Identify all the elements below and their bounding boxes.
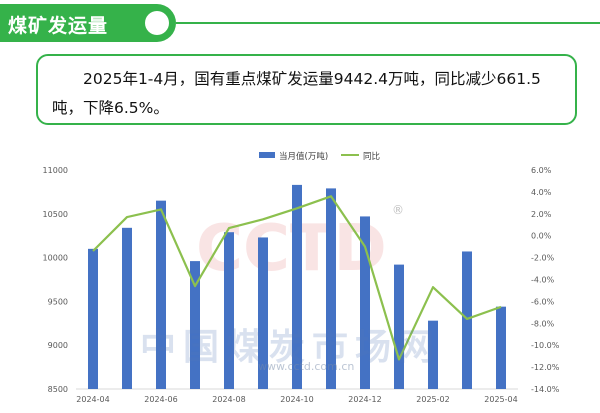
y-left-tick-label: 8500	[48, 385, 68, 394]
watermark-url: www.cctd.com.cn	[258, 360, 355, 373]
x-tick-label: 2024-10	[280, 395, 313, 404]
section-title: 煤矿发运量	[8, 15, 109, 37]
legend-swatch-bar	[259, 152, 275, 158]
summary-text: 2025年1-4月，国有重点煤矿发运量9442.4万吨，同比减少661.5吨，下…	[52, 70, 541, 117]
y-right-tick-label: 0.0%	[531, 232, 552, 241]
y-left-tick-label: 9500	[48, 297, 68, 306]
section-title-bar: 煤矿发运量	[0, 4, 176, 42]
watermark-registered-mark: ®	[392, 203, 404, 217]
y-right-tick-label: -2.0%	[531, 254, 555, 263]
title-divider	[176, 22, 600, 24]
title-bullet-icon	[145, 11, 169, 35]
legend-label-line: 同比	[363, 151, 380, 162]
x-tick-label: 2025-04	[484, 395, 517, 404]
y-left-tick-label: 10000	[43, 254, 68, 263]
bar	[122, 227, 132, 389]
y-right-tick-label: -8.0%	[531, 319, 555, 328]
x-tick-label: 2025-02	[416, 395, 449, 404]
y-right-tick-label: 6.0%	[531, 166, 552, 175]
x-tick-label: 2024-06	[144, 395, 177, 404]
y-right-tick-label: -4.0%	[531, 276, 555, 285]
y-left-tick-label: 11000	[43, 166, 68, 175]
bar	[496, 306, 506, 389]
legend-label-bar: 当月值(万吨)	[279, 151, 328, 162]
x-tick-label: 2024-08	[212, 395, 245, 404]
x-tick-label: 2024-04	[76, 395, 109, 404]
summary-box: 2025年1-4月，国有重点煤矿发运量9442.4万吨，同比减少661.5吨，下…	[36, 54, 577, 125]
y-right-tick-label: -10.0%	[531, 341, 560, 350]
y-left-tick-label: 10500	[43, 210, 68, 219]
bar	[462, 251, 472, 389]
y-right-tick-label: -6.0%	[531, 297, 555, 306]
y-right-tick-label: -14.0%	[531, 385, 560, 394]
y-right-tick-label: 2.0%	[531, 210, 552, 219]
y-left-tick-label: 9000	[48, 341, 68, 350]
bar	[88, 248, 98, 389]
y-right-tick-label: -12.0%	[531, 363, 560, 372]
x-tick-label: 2024-12	[348, 395, 381, 404]
y-right-tick-label: 4.0%	[531, 188, 552, 197]
